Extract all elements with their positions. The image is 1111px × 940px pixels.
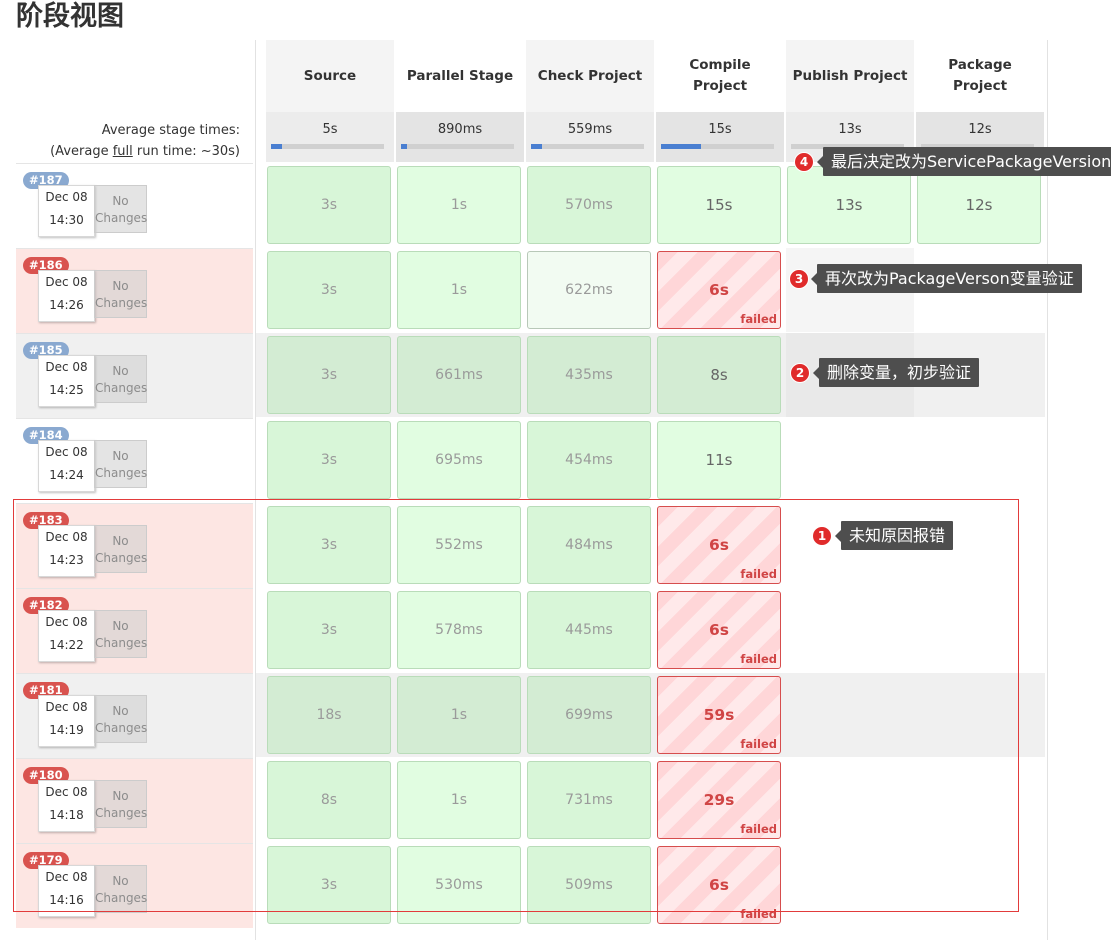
build-date: Dec 08 — [45, 190, 88, 204]
build-row[interactable]: #186 Dec 08 14:26 No Changes — [16, 248, 253, 333]
annotation-3-note: 再次改为PackageVerson变量验证 — [811, 264, 1082, 293]
average-time-value: 5s — [322, 122, 338, 137]
annotation-2-number: 2 — [790, 363, 810, 383]
stage-header-compile-wrap: Compile Project — [656, 40, 784, 112]
stage-header-package: Package Project — [948, 57, 1012, 94]
stage-duration: 570ms — [565, 197, 613, 213]
no-changes-label[interactable]: No Changes — [94, 270, 147, 318]
stage-cell[interactable]: 13s — [787, 166, 911, 244]
annotation-1-number: 1 — [812, 526, 832, 546]
stage-cell[interactable]: 695ms — [397, 421, 521, 499]
build-time: 14:24 — [49, 468, 84, 482]
stage-duration: 695ms — [435, 452, 483, 468]
stage-cell[interactable]: 3s — [267, 251, 391, 329]
average-time-cell: 890ms — [396, 112, 524, 162]
average-label-suffix: run time: ~30s) — [132, 144, 240, 159]
stage-duration: 454ms — [565, 452, 613, 468]
stage-header-publish: Publish Project — [786, 40, 914, 112]
stage-cell[interactable]: 3s — [267, 166, 391, 244]
stage-duration: 3s — [320, 282, 338, 298]
stage-duration: 435ms — [565, 367, 613, 383]
no-changes-label[interactable]: No Changes — [94, 185, 147, 233]
stage-duration: 13s — [835, 196, 863, 214]
stage-duration: 8s — [710, 366, 728, 384]
stage-duration: 1s — [450, 282, 468, 298]
build-row[interactable]: #185 Dec 08 14:25 No Changes — [16, 333, 253, 418]
build-time: 14:30 — [49, 213, 84, 227]
stage-cell[interactable]: 454ms — [527, 421, 651, 499]
annotation-2-note: 删除变量，初步验证 — [812, 358, 980, 387]
failed-label: failed — [740, 312, 777, 326]
average-time-bar — [531, 144, 644, 149]
average-time-value: 890ms — [437, 122, 483, 137]
stage-cell[interactable]: 1s — [397, 166, 521, 244]
no-changes-label[interactable]: No Changes — [94, 440, 147, 488]
average-time-bar — [661, 144, 774, 149]
stage-cell[interactable]: 11s — [657, 421, 781, 499]
average-label-line1: Average stage times: — [101, 123, 240, 138]
stage-duration: 661ms — [435, 367, 483, 383]
build-time: 14:25 — [49, 383, 84, 397]
stage-header-compile: Compile Project — [689, 57, 751, 94]
stage-duration: 3s — [320, 197, 338, 213]
stage-cell[interactable]: 622ms — [527, 251, 651, 329]
full-run-link[interactable]: full — [113, 144, 133, 159]
average-time-value: 15s — [708, 122, 732, 137]
annotation-1-note: 未知原因报错 — [834, 521, 954, 550]
annotation-4-note: 最后决定改为ServicePackageVersion — [816, 147, 1111, 176]
stage-cell[interactable]: 435ms — [527, 336, 651, 414]
build-date-box: Dec 08 14:30 — [38, 185, 95, 237]
annotation-4-number: 4 — [794, 152, 814, 172]
stage-cell[interactable]: 1s — [397, 251, 521, 329]
build-row[interactable]: #184 Dec 08 14:24 No Changes — [16, 418, 253, 503]
average-time-cell: 559ms — [526, 112, 654, 162]
average-time-value: 13s — [838, 122, 862, 137]
stage-duration: 12s — [965, 196, 993, 214]
average-time-bar — [271, 144, 384, 149]
stage-duration: 3s — [320, 367, 338, 383]
average-time-cell: 5s — [266, 112, 394, 162]
average-time-bar — [401, 144, 514, 149]
stage-duration: 3s — [320, 452, 338, 468]
stage-cell[interactable]: 3s — [267, 421, 391, 499]
average-time-cell: 15s — [656, 112, 784, 162]
build-row[interactable]: #187 Dec 08 14:30 No Changes — [16, 163, 253, 248]
average-time-value: 559ms — [567, 122, 613, 137]
stage-cell[interactable]: 3s — [267, 336, 391, 414]
average-label-line2: (Average full run time: ~30s) — [50, 141, 240, 162]
average-time-bar-fill — [661, 144, 701, 149]
no-changes-label[interactable]: No Changes — [94, 355, 147, 403]
average-time-bar-fill — [531, 144, 542, 149]
stage-header-source: Source — [266, 40, 394, 112]
stage-header-package-wrap: Package Project — [916, 40, 1044, 112]
average-time-bar-fill — [401, 144, 407, 149]
stage-duration: 11s — [705, 451, 733, 469]
build-time: 14:26 — [49, 298, 84, 312]
stage-duration: 622ms — [565, 282, 613, 298]
annotation-highlight-box — [13, 499, 1019, 912]
build-date-box: Dec 08 14:24 — [38, 440, 95, 492]
build-date: Dec 08 — [45, 360, 88, 374]
stage-duration: 15s — [705, 196, 733, 214]
build-date: Dec 08 — [45, 445, 88, 459]
average-time-value: 12s — [968, 122, 992, 137]
stage-cell[interactable]: 15s — [657, 166, 781, 244]
stage-cell[interactable]: 12s — [917, 166, 1041, 244]
stage-header-check: Check Project — [526, 40, 654, 112]
page-title: 阶段视图 — [16, 1, 124, 32]
average-time-bar-fill — [271, 144, 282, 149]
build-date: Dec 08 — [45, 275, 88, 289]
stage-cell[interactable]: 570ms — [527, 166, 651, 244]
stage-cell[interactable]: 8s — [657, 336, 781, 414]
stage-duration: 6s — [708, 281, 729, 299]
average-label-prefix: (Average — [50, 144, 113, 159]
average-stage-times-label: Average stage times: (Average full run t… — [50, 120, 240, 162]
build-date-box: Dec 08 14:26 — [38, 270, 95, 322]
stage-header-parallel: Parallel Stage — [406, 67, 514, 84]
build-date-box: Dec 08 14:25 — [38, 355, 95, 407]
stage-cell-failed[interactable]: 6s failed — [657, 251, 781, 329]
stage-cell[interactable]: 661ms — [397, 336, 521, 414]
annotation-3-number: 3 — [789, 269, 809, 289]
stage-duration: 1s — [450, 197, 468, 213]
